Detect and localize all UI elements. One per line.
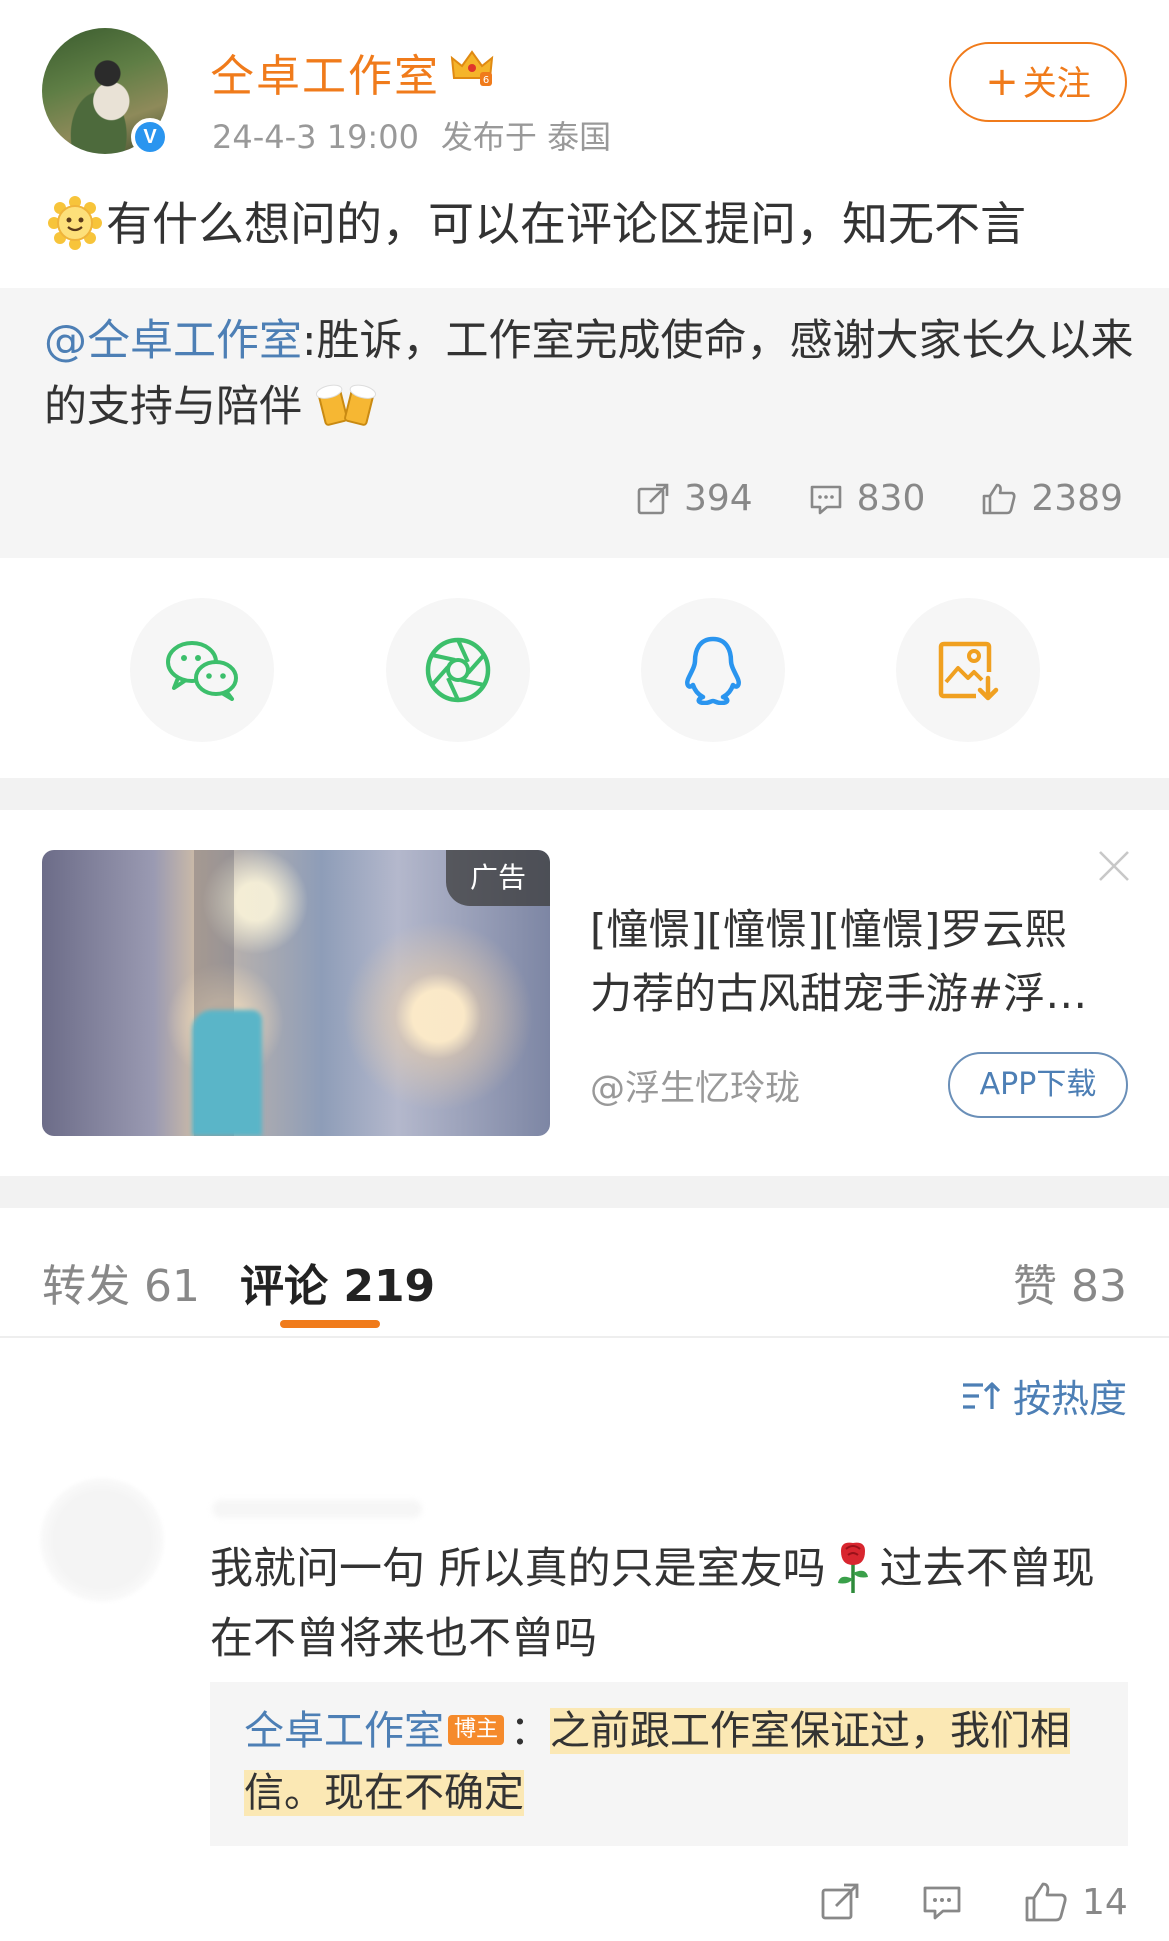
comment-repost-button[interactable] [820,1882,860,1922]
tab-like-label: 赞 [1013,1261,1057,1312]
tab-like[interactable]: 赞 83 [1013,1250,1127,1314]
tab-repost-count: 61 [144,1261,200,1312]
quoted-like-stat[interactable]: 2389 [981,478,1123,519]
svg-text:6: 6 [483,75,489,86]
post-text: 有什么想问的，可以在评论区提问，知无不言 [48,188,1026,254]
wechat-icon [166,641,238,701]
comment-text-part1: 我就问一句 所以真的只是室友吗 [210,1544,826,1594]
sun-emoji-icon [48,196,102,250]
post-header: V 仝卓工作室 6 24-4-3 19:00 发布于 泰国 + 关注 [0,0,1169,160]
post-location: 发布于 泰国 [440,118,612,156]
quoted-stats: 394 830 2389 [580,478,1123,519]
sort-icon [962,1381,1001,1409]
tab-comment[interactable]: 评论 219 [240,1250,435,1314]
ad-image[interactable]: 广告 [42,850,550,1136]
tab-comment-count: 219 [343,1261,436,1312]
app-download-button[interactable]: APP下载 [948,1052,1128,1118]
post-meta: 24-4-3 19:00 发布于 泰国 [212,112,633,158]
ad-tag: 广告 [446,850,550,906]
ad-title-line1: [憧憬][憧憬][憧憬]罗云熙 [590,905,1067,954]
share-wechat-button[interactable] [130,598,274,742]
follow-button[interactable]: + 关注 [949,42,1127,122]
tab-like-count: 83 [1071,1261,1127,1312]
section-divider [0,778,1169,810]
thumbs-up-icon [983,483,1016,514]
reply-content: 仝卓工作室 博主 ：之前跟工作室保证过，我们相信。现在不确定 [244,1700,1104,1824]
ad-title[interactable]: [憧憬][憧憬][憧憬]罗云熙 力荐的古风甜宠手游#浮… [590,898,1130,1026]
reply-author[interactable]: 仝卓工作室 [244,1708,444,1754]
cheers-emoji-icon [315,384,376,426]
quoted-mention[interactable]: @仝卓工作室 [44,316,302,366]
repost-icon [821,1883,859,1920]
share-qq-button[interactable] [641,598,785,742]
interaction-tabs: 转发 61 评论 219 赞 83 [0,1208,1169,1338]
plus-icon: + [985,59,1019,105]
verified-badge: V [131,118,169,156]
post-timestamp: 24-4-3 19:00 [212,118,419,156]
quoted-text: @仝卓工作室:胜诉，工作室完成使命，感谢大家长久以来的支持与陪伴 [44,308,1134,440]
quoted-post[interactable]: @仝卓工作室:胜诉，工作室完成使命，感谢大家长久以来的支持与陪伴 394 830… [0,288,1169,558]
commenter-avatar[interactable] [40,1478,164,1602]
author-badge: 博主 [448,1715,505,1745]
username[interactable]: 仝卓工作室 [210,40,440,104]
comment-icon [923,1886,961,1920]
quoted-repost-stat[interactable]: 394 [636,478,753,519]
comment-icon [810,485,841,514]
tab-repost[interactable]: 转发 61 [42,1250,200,1314]
close-icon[interactable] [1096,848,1132,884]
reply-box[interactable]: 仝卓工作室 博主 ：之前跟工作室保证过，我们相信。现在不确定 [210,1682,1128,1846]
rose-emoji-icon [837,1542,868,1593]
save-image-icon [938,641,999,701]
active-tab-indicator [280,1320,380,1328]
thumbs-up-icon [1025,1882,1067,1922]
quoted-comment-count: 830 [856,478,926,519]
crown-icon: 6 [450,50,494,86]
ad-image-figure [192,1010,262,1136]
comment-reply-button[interactable] [922,1882,962,1922]
comment-actions: 14 [820,1872,1130,1932]
sort-label: 按热度 [1012,1377,1127,1421]
sort-toggle[interactable]: 按热度 [961,1368,1127,1423]
comment-like-count: 14 [1082,1881,1128,1923]
quoted-comment-stat[interactable]: 830 [809,478,926,519]
share-row [0,558,1169,778]
follow-label: 关注 [1022,64,1091,104]
quoted-repost-count: 394 [683,478,753,519]
ad-title-line2: 力荐的古风甜宠手游#浮… [590,969,1088,1018]
repost-icon [637,483,669,514]
section-divider [0,1176,1169,1208]
share-moments-button[interactable] [386,598,530,742]
commenter-name-redacted [212,1500,422,1518]
moments-icon [425,637,491,703]
share-save-image-button[interactable] [896,598,1040,742]
comment-text: 我就问一句 所以真的只是室友吗 过去不曾现在不曾将来也不曾吗 [210,1534,1130,1674]
quoted-like-count: 2389 [1031,478,1123,519]
tab-repost-label: 转发 [42,1261,130,1312]
ad-card[interactable]: 广告 [憧憬][憧憬][憧憬]罗云熙 力荐的古风甜宠手游#浮… @浮生忆玲珑 A… [0,810,1169,1176]
ad-source[interactable]: @浮生忆玲珑 [590,1060,800,1111]
post-text-body: 有什么想问的，可以在评论区提问，知无不言 [106,197,1026,251]
qq-icon [685,636,741,705]
reply-separator: ： [510,1708,551,1754]
comment-like-button[interactable]: 14 [1024,1881,1128,1923]
tab-comment-label: 评论 [240,1261,328,1312]
